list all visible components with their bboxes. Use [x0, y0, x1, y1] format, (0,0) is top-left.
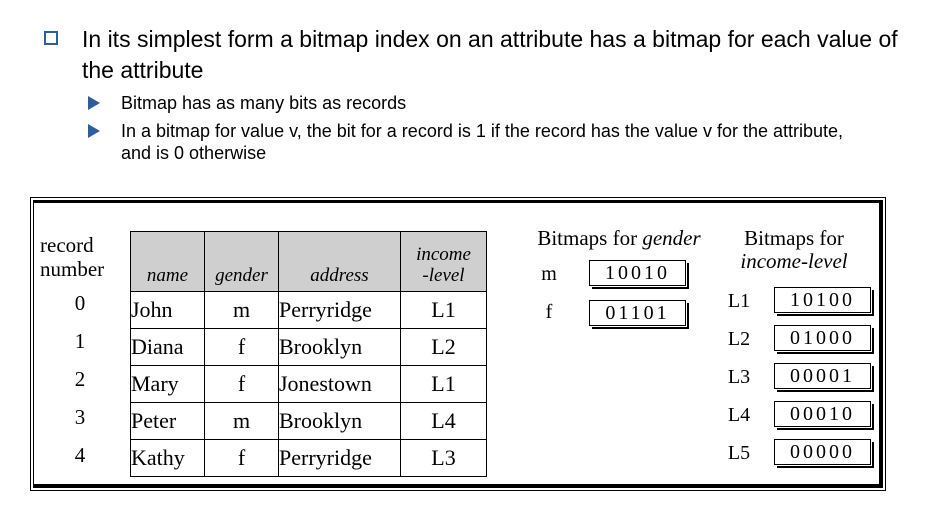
- income-bitmap-label: L3: [727, 366, 751, 388]
- income-bitmap-l1: 10100: [774, 287, 874, 316]
- cell-income: L3: [400, 439, 487, 477]
- cell-address: Brooklyn: [278, 328, 401, 366]
- cell-gender: m: [204, 402, 279, 440]
- column-header-name: name: [130, 231, 205, 292]
- income-bitmaps-title: Bitmaps for income-level: [714, 227, 874, 273]
- column-header-gender: gender: [204, 231, 279, 292]
- main-bullet-text: In its simplest form a bitmap index on a…: [82, 26, 898, 83]
- income-title-line2: income-level: [740, 249, 848, 273]
- cell-address: Perryridge: [278, 291, 401, 329]
- record-number: 4: [74, 443, 86, 467]
- record-header-line2: number: [40, 257, 105, 281]
- figure-frame: record number 0 1 2 3 4 name gender addr…: [33, 200, 883, 488]
- record-header-line1: record: [40, 233, 94, 257]
- income-bitmap-l4: 00010: [774, 401, 874, 430]
- income-bitmap-l5: 00000: [774, 439, 874, 468]
- bitmap-figure: record number 0 1 2 3 4 name gender addr…: [30, 197, 886, 491]
- table-row: Mary f Jonestown L1: [130, 365, 487, 403]
- income-bitmap-label: L1: [727, 290, 751, 312]
- cell-gender: f: [204, 365, 279, 403]
- record-number: 1: [74, 329, 86, 353]
- cell-income: L2: [400, 328, 487, 366]
- sub-bullet-text: Bitmap has as many bits as records: [121, 93, 407, 113]
- cell-address: Brooklyn: [278, 402, 401, 440]
- income-bitmap-l3: 00001: [774, 363, 874, 392]
- income-bitmap-label: L5: [727, 442, 751, 464]
- cell-name: Kathy: [130, 439, 205, 477]
- cell-address: Jonestown: [278, 365, 401, 403]
- cell-name: John: [130, 291, 205, 329]
- income-bitmap-l2: 01000: [774, 325, 874, 354]
- gender-bitmaps-title: Bitmaps for gender: [519, 227, 719, 250]
- income-bitmap-label: L4: [727, 404, 751, 426]
- income-title-line1: Bitmaps for: [744, 226, 844, 250]
- cell-income: L1: [400, 365, 487, 403]
- column-header-address: address: [278, 231, 401, 292]
- gender-bitmap-label: m: [541, 263, 557, 285]
- cell-gender: f: [204, 328, 279, 366]
- cell-gender: m: [204, 291, 279, 329]
- gender-title-prefix: Bitmaps for: [537, 226, 643, 250]
- column-header-income-level: income -level: [400, 231, 487, 292]
- sub-bullet-1: Bitmap has as many bits as records: [88, 92, 848, 114]
- cell-name: Mary: [130, 365, 205, 403]
- record-number: 2: [74, 367, 86, 391]
- gender-bitmap-m: 10010: [589, 260, 689, 289]
- gender-bitmap-label: f: [545, 301, 553, 323]
- arrow-bullet-icon: [88, 124, 100, 138]
- checkbox-bullet-icon: [44, 31, 58, 45]
- sub-bullet-2: In a bitmap for value v, the bit for a r…: [88, 120, 848, 164]
- records-table: name gender address income -level John m…: [130, 231, 487, 477]
- income-bitmap-label: L2: [727, 328, 751, 350]
- cell-address: Perryridge: [278, 439, 401, 477]
- cell-income: L1: [400, 291, 487, 329]
- table-row: Diana f Brooklyn L2: [130, 328, 487, 366]
- income-header-line1: income: [416, 244, 471, 265]
- gender-bitmap-f: 01101: [589, 300, 689, 329]
- table-row: Kathy f Perryridge L3: [130, 439, 487, 477]
- gender-title-italic: gender: [642, 226, 701, 250]
- table-row: John m Perryridge L1: [130, 291, 487, 329]
- record-number-header: record number: [40, 233, 104, 281]
- cell-income: L4: [400, 402, 487, 440]
- sub-bullet-text: In a bitmap for value v, the bit for a r…: [121, 121, 844, 163]
- cell-gender: f: [204, 439, 279, 477]
- record-number: 3: [74, 405, 86, 429]
- record-number: 0: [74, 291, 86, 315]
- main-bullet: In its simplest form a bitmap index on a…: [44, 24, 904, 86]
- income-header-line2: -level: [422, 265, 465, 286]
- table-row: Peter m Brooklyn L4: [130, 402, 487, 440]
- table-header-row: name gender address income -level: [130, 231, 487, 292]
- cell-name: Diana: [130, 328, 205, 366]
- cell-name: Peter: [130, 402, 205, 440]
- arrow-bullet-icon: [88, 96, 100, 110]
